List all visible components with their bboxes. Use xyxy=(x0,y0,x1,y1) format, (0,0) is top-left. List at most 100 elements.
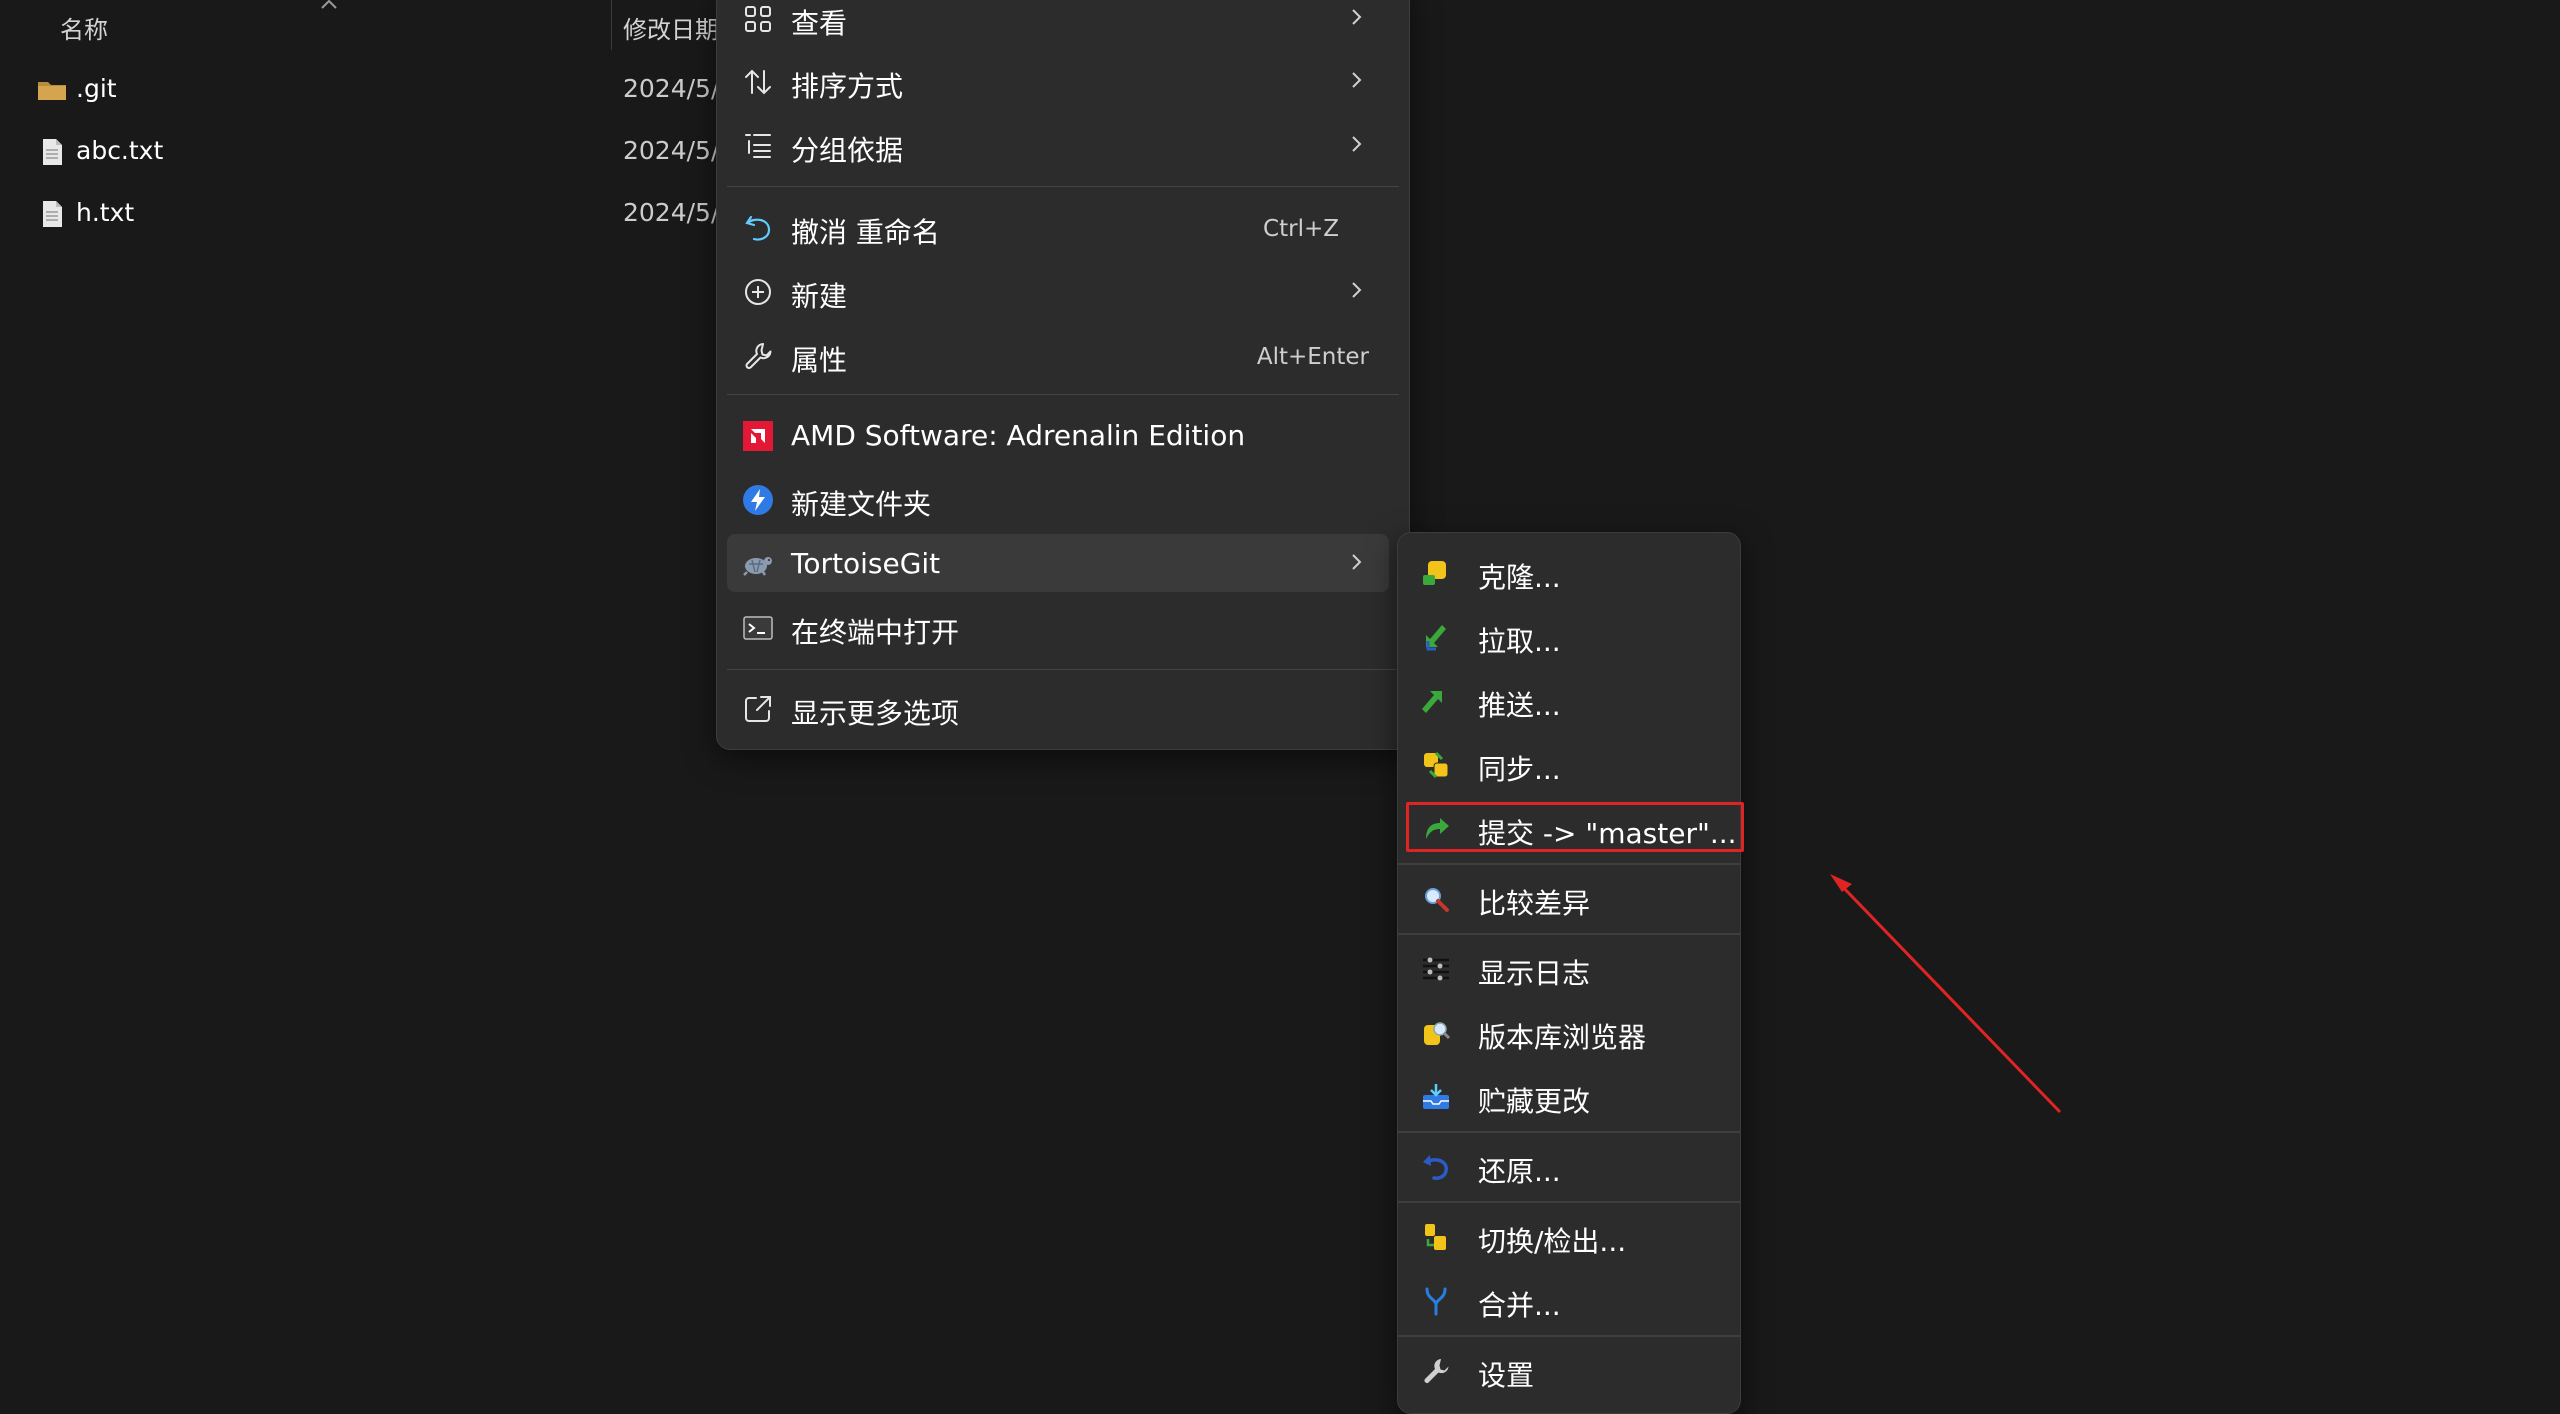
submenu-item-merge[interactable]: 合并... xyxy=(1406,1271,1732,1329)
column-separator[interactable] xyxy=(611,0,612,50)
file-name: abc.txt xyxy=(76,136,164,165)
log-icon xyxy=(1420,953,1452,985)
submenu-item-label: 显示日志 xyxy=(1478,957,1591,990)
submenu-item-label: 克隆... xyxy=(1478,561,1561,594)
undo-icon xyxy=(741,211,775,245)
file-row-abc-txt[interactable]: abc.txt 2024/5/ xyxy=(0,122,720,182)
wrench-icon xyxy=(741,339,775,373)
sync-icon xyxy=(1420,749,1452,781)
menu-item-label: 属性 xyxy=(791,344,848,377)
submenu-item-clone[interactable]: 克隆... xyxy=(1406,543,1732,601)
file-name: h.txt xyxy=(76,198,135,227)
menu-item-open-in-terminal[interactable]: 在终端中打开 xyxy=(727,598,1389,656)
menu-item-tortoisegit[interactable]: TortoiseGit xyxy=(727,534,1389,592)
tortoisegit-submenu: 克隆... 拉取... 推送... 同步... 提交 -> "master"..… xyxy=(1397,532,1741,1414)
group-list-icon xyxy=(741,129,775,163)
menu-item-label: 新建文件夹 xyxy=(791,488,932,521)
menu-item-view[interactable]: 查看 xyxy=(727,0,1389,47)
context-menu: 查看 排序方式 分组依据 撤消 重命名 Ctrl+Z 新建 属性 Alt+Ent… xyxy=(716,0,1410,750)
file-row-h-txt[interactable]: h.txt 2024/5/ xyxy=(0,184,720,244)
menu-item-label: AMD Software: Adrenalin Edition xyxy=(791,419,1246,452)
sort-ascending-icon xyxy=(321,0,337,9)
revert-icon xyxy=(1420,1151,1452,1183)
menu-item-amd-software[interactable]: AMD Software: Adrenalin Edition xyxy=(727,406,1389,464)
file-date: 2024/5/ xyxy=(623,198,720,227)
push-icon xyxy=(1420,685,1452,717)
menu-item-label: 显示更多选项 xyxy=(791,697,960,730)
submenu-item-label: 切换/检出... xyxy=(1478,1225,1627,1258)
chevron-right-icon xyxy=(1352,9,1362,25)
submenu-item-sync[interactable]: 同步... xyxy=(1406,735,1732,793)
submenu-item-label: 版本库浏览器 xyxy=(1478,1021,1647,1054)
submenu-separator xyxy=(1398,1335,1740,1337)
submenu-item-label: 拉取... xyxy=(1478,625,1561,658)
chevron-right-icon xyxy=(1352,136,1362,152)
submenu-item-label: 比较差异 xyxy=(1478,887,1591,920)
column-header-bar: 名称 修改日期 xyxy=(0,0,720,52)
file-row-git[interactable]: .git 2024/5/ xyxy=(0,60,720,120)
chevron-right-icon xyxy=(1352,72,1362,88)
pull-icon xyxy=(1420,621,1452,653)
submenu-item-switch-checkout[interactable]: 切换/检出... xyxy=(1406,1207,1732,1265)
submenu-item-diff[interactable]: 比较差异 xyxy=(1406,869,1732,927)
submenu-item-label: 同步... xyxy=(1478,753,1561,786)
text-file-icon xyxy=(43,201,62,227)
amd-logo-icon xyxy=(741,419,775,453)
menu-item-new[interactable]: 新建 xyxy=(727,262,1389,320)
stash-icon xyxy=(1420,1081,1452,1113)
menu-item-properties[interactable]: 属性 Alt+Enter xyxy=(727,326,1389,384)
menu-item-label: 排序方式 xyxy=(791,70,904,103)
menu-item-label: 新建 xyxy=(791,280,848,313)
submenu-separator xyxy=(1398,1201,1740,1203)
menu-item-new-folder-app[interactable]: 新建文件夹 xyxy=(727,470,1389,528)
sort-icon xyxy=(741,65,775,99)
submenu-separator xyxy=(1398,1131,1740,1133)
file-date: 2024/5/ xyxy=(623,74,720,103)
settings-wrench-icon xyxy=(1420,1355,1452,1387)
lightning-app-icon xyxy=(741,483,775,517)
menu-item-undo-rename[interactable]: 撤消 重命名 Ctrl+Z xyxy=(727,198,1389,256)
submenu-item-label: 设置 xyxy=(1478,1359,1535,1392)
column-header-date[interactable]: 修改日期 xyxy=(623,10,719,45)
shortcut-hint: Alt+Enter xyxy=(1256,344,1369,370)
submenu-item-revert[interactable]: 还原... xyxy=(1406,1137,1732,1195)
menu-item-group-by[interactable]: 分组依据 xyxy=(727,116,1389,174)
submenu-item-label: 推送... xyxy=(1478,689,1561,722)
external-share-icon xyxy=(741,692,775,726)
repo-browser-icon xyxy=(1420,1017,1452,1049)
submenu-item-repo-browser[interactable]: 版本库浏览器 xyxy=(1406,1003,1732,1061)
terminal-icon xyxy=(741,611,775,645)
clone-icon xyxy=(1420,557,1452,589)
chevron-right-icon xyxy=(1352,554,1362,570)
submenu-item-label: 还原... xyxy=(1478,1155,1561,1188)
text-file-icon xyxy=(43,139,62,165)
menu-item-label: 撤消 重命名 xyxy=(791,216,940,249)
new-plus-icon xyxy=(741,275,775,309)
menu-item-label: 在终端中打开 xyxy=(791,616,960,649)
menu-item-label: 分组依据 xyxy=(791,134,904,167)
diff-magnifier-icon xyxy=(1420,883,1452,915)
submenu-item-push[interactable]: 推送... xyxy=(1406,671,1732,729)
menu-item-sort[interactable]: 排序方式 xyxy=(727,52,1389,110)
menu-item-show-more-options[interactable]: 显示更多选项 xyxy=(727,679,1389,737)
folder-icon xyxy=(38,82,66,100)
submenu-separator xyxy=(1398,933,1740,935)
submenu-item-show-log[interactable]: 显示日志 xyxy=(1406,939,1732,997)
tortoisegit-icon xyxy=(741,547,775,581)
menu-item-label: TortoiseGit xyxy=(791,547,941,580)
switch-checkout-icon xyxy=(1420,1221,1452,1253)
grid-view-icon xyxy=(741,2,775,36)
submenu-item-label: 贮藏更改 xyxy=(1478,1085,1591,1118)
submenu-item-pull[interactable]: 拉取... xyxy=(1406,607,1732,665)
shortcut-hint: Ctrl+Z xyxy=(1263,216,1339,242)
chevron-right-icon xyxy=(1352,282,1362,298)
merge-icon xyxy=(1420,1285,1452,1317)
file-date: 2024/5/ xyxy=(623,136,720,165)
column-header-name[interactable]: 名称 xyxy=(60,10,108,45)
menu-item-label: 查看 xyxy=(791,7,848,40)
highlight-annotation-box xyxy=(1406,802,1744,852)
submenu-item-stash[interactable]: 贮藏更改 xyxy=(1406,1067,1732,1125)
file-name: .git xyxy=(76,74,117,103)
menu-separator xyxy=(727,394,1399,395)
submenu-item-settings[interactable]: 设置 xyxy=(1406,1341,1732,1399)
